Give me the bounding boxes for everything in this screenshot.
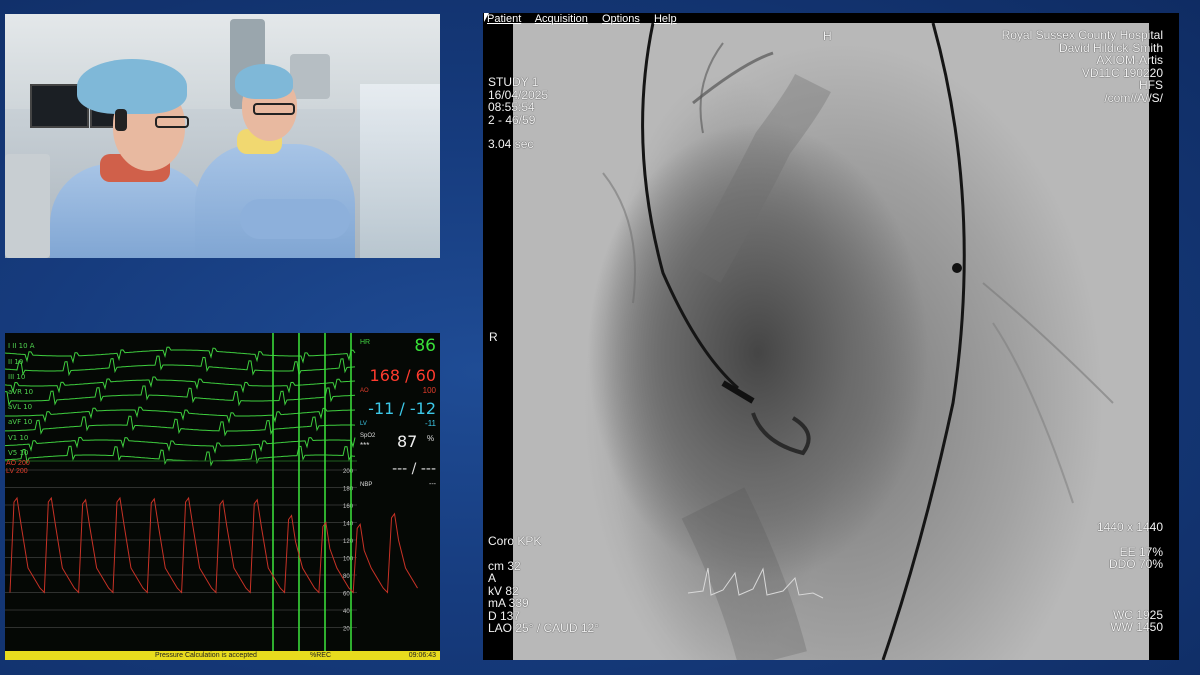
ecg-lead-label: aVR 10 <box>8 388 34 396</box>
monitor-clock: 09:06:43 <box>408 652 436 659</box>
nbp-label: NBP <box>360 482 373 488</box>
menu-help[interactable]: Help <box>654 13 677 25</box>
pressure-scale-label: 80 <box>343 574 350 580</box>
ecg-trace <box>5 346 356 364</box>
gantry-angle: LAO 25° / CAUD 12° <box>488 621 599 635</box>
lv-pressure: -11 / -12 <box>368 399 436 418</box>
ecg-lead-label: II 10 <box>8 358 24 366</box>
study-time: 08:55:54 <box>488 100 535 114</box>
lv-mean: -11 <box>425 419 436 428</box>
viewer-menu-bar: Patient Acquisition Options Help <box>487 13 688 27</box>
surgeon-glasses <box>155 116 189 128</box>
spo2-label: SpO2 <box>360 433 376 439</box>
pressure-scale-label: 120 <box>343 539 354 545</box>
pressure-scale-label: 160 <box>343 504 354 510</box>
pressure-scale-label: 40 <box>343 609 350 615</box>
spo2-unit: % <box>427 434 435 443</box>
storage-path: /com//A//S/ <box>1104 90 1163 105</box>
hospital-name: Royal Sussex County Hospital <box>1001 28 1163 42</box>
monitor-status-bar: Pressure Calculation is accepted %REC 09… <box>5 651 440 660</box>
spo2-value: 87 <box>397 432 418 451</box>
surgeon-cap <box>77 59 187 114</box>
frame-counter: 2 - 46/59 <box>488 112 536 127</box>
vitals-panel: HR 86 168 / 60 AO 100 -11 / -12 LV -11 S… <box>357 333 440 653</box>
pressure-scale-label: 180 <box>343 487 354 493</box>
ma-value: mA 339 <box>488 596 529 610</box>
pressure-scale-label: 200 <box>343 469 354 475</box>
surgeon-headset <box>115 109 127 131</box>
orientation-top: H <box>823 29 832 43</box>
angiography-image <box>513 23 1149 660</box>
xray-viewer[interactable]: Patient Acquisition Options Help H R STU… <box>483 13 1179 660</box>
window-width: WW 1450 <box>1110 620 1163 634</box>
surgeon-arms <box>240 199 350 239</box>
hr-label: HR <box>360 339 371 346</box>
ecg-lead-label: III 10 <box>8 373 26 381</box>
lv-scale-label: LV 200 <box>6 468 28 475</box>
ao-label: AO <box>360 388 369 394</box>
field-size: cm 32 <box>488 558 521 573</box>
pressure-scale-label: 60 <box>343 592 350 598</box>
pressure-scale-label: 100 <box>343 557 354 563</box>
lv-label: LV <box>360 421 367 427</box>
pressure-scale-label: 140 <box>343 522 354 528</box>
bp-value: 168 / 60 <box>369 366 436 385</box>
patient-position: HFS <box>1139 78 1163 92</box>
mode: A <box>488 571 497 585</box>
ecg-lead-label: aVF 10 <box>8 418 33 426</box>
run-duration: 3.04 sec <box>488 137 534 151</box>
ecg-trace <box>5 385 356 407</box>
menu-patient[interactable]: Patient <box>487 13 521 25</box>
ecg-trace <box>5 436 356 454</box>
spo2-stars: *** <box>360 441 370 450</box>
status-message: Pressure Calculation is accepted <box>155 652 257 659</box>
patient-monitor: 200 180 160 140 120 100 80 60 40 20 I II 10 A II … <box>5 333 440 660</box>
ecg-trace <box>5 406 356 424</box>
acquisition-params: Coro KPK cm 32 A kV 82 mA 339 D 137 LAO … <box>488 535 599 635</box>
menu-acquisition[interactable]: Acquisition <box>535 13 588 25</box>
nbp-mean: --- <box>429 481 436 488</box>
nbp-value: --- / --- <box>392 461 436 477</box>
matrix-size: 1440 x 1440 <box>1096 520 1163 534</box>
hospital-info: Royal Sussex County Hospital David Hildi… <box>1002 29 1163 104</box>
video-feed <box>5 14 440 258</box>
image-params: 1440 x 1440 EE 17% DDO 70% WC 1925 WW 14… <box>1097 521 1163 634</box>
pressure-scale-label: 20 <box>343 627 350 633</box>
study-name: STUDY 1 <box>488 75 539 89</box>
angiography-structures <box>602 23 1114 660</box>
surgeon-cap <box>235 64 293 99</box>
ddo-value: DDO 70% <box>1108 557 1163 571</box>
ecg-lead-label: V1 10 <box>8 434 29 442</box>
hr-value: 86 <box>414 336 436 356</box>
ecg-trace <box>5 445 356 467</box>
protocol-name: Coro KPK <box>488 534 542 548</box>
study-info: STUDY 1 16/04/2025 08:55:54 2 - 46/59 3.… <box>488 76 548 151</box>
video-equipment <box>290 54 330 99</box>
ecg-lead-label: V5 10 <box>8 449 29 457</box>
surgeon-glasses <box>253 103 295 115</box>
menu-options[interactable]: Options <box>602 13 640 25</box>
ao-mean: 100 <box>422 386 436 395</box>
ecg-trace <box>5 376 356 394</box>
rec-indicator: %REC <box>310 652 332 659</box>
ecg-lead-label: I II 10 A <box>8 342 35 350</box>
ecg-lead-label: aVL 10 <box>8 403 33 411</box>
video-equipment <box>5 154 50 258</box>
orientation-left: R <box>489 330 498 344</box>
ao-scale-label: AO 200 <box>6 460 30 467</box>
ecg-trace <box>5 415 356 437</box>
system-name: AXIOM-Artis <box>1096 53 1163 67</box>
video-drape <box>360 84 440 258</box>
